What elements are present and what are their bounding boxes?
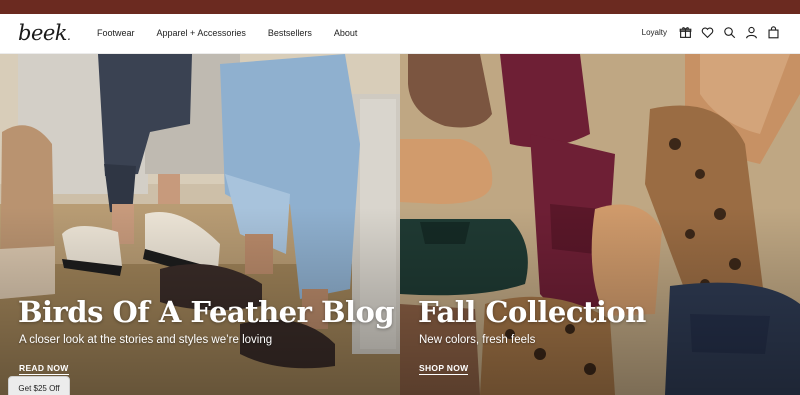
site-header: beek. Footwear Apparel + Accessories Bes… [0, 14, 800, 54]
shop-now-link[interactable]: SHOP NOW [419, 363, 469, 375]
get-discount-button[interactable]: Get $25 Off [8, 376, 70, 395]
user-icon[interactable] [745, 26, 758, 39]
nav-link-about[interactable]: About [334, 28, 358, 38]
nav-link-footwear[interactable]: Footwear [97, 28, 135, 38]
read-now-link[interactable]: READ NOW [19, 363, 69, 375]
hero-blog-banner[interactable]: Birds Of A Feather Blog A closer look at… [0, 54, 400, 395]
hero-blog-subtitle: A closer look at the stories and styles … [19, 334, 273, 346]
bag-icon[interactable] [767, 26, 780, 39]
hero-fall-subtitle: New colors, fresh feels [419, 334, 536, 346]
search-icon[interactable] [723, 26, 736, 39]
loyalty-link[interactable]: Loyalty [642, 28, 667, 37]
nav-link-bestsellers[interactable]: Bestsellers [268, 28, 312, 38]
promo-bar [0, 0, 800, 14]
header-actions: Loyalty [642, 26, 780, 39]
heart-icon[interactable] [701, 26, 714, 39]
hero-blog-title: Birds Of A Feather Blog [18, 295, 395, 329]
hero-fall-collection-banner[interactable]: Fall Collection New colors, fresh feels … [400, 54, 800, 395]
gift-icon[interactable] [679, 26, 692, 39]
nav-link-apparel-accessories[interactable]: Apparel + Accessories [157, 28, 246, 38]
main-nav: Footwear Apparel + Accessories Bestselle… [97, 28, 379, 38]
hero-fall-title: Fall Collection [418, 295, 646, 329]
brand-logo[interactable]: beek. [18, 21, 71, 45]
